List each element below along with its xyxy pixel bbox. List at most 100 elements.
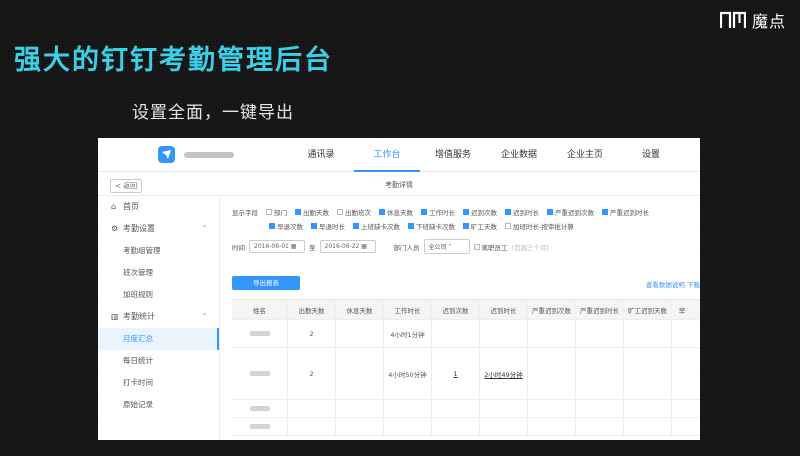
field-checkbox[interactable]: 上班缺卡次数 bbox=[353, 221, 400, 231]
nav-tab[interactable]: 工作台 bbox=[354, 138, 420, 172]
field-checkbox[interactable]: 早退次数 bbox=[269, 221, 303, 231]
sidebar-item-label: 打卡时间 bbox=[123, 378, 153, 387]
brand: 魔点 bbox=[719, 8, 786, 32]
table-cell: - bbox=[288, 400, 336, 417]
redacted-name bbox=[249, 424, 270, 429]
field-checkbox[interactable]: 下班缺卡次数 bbox=[408, 221, 455, 231]
sidebar-item-label: 加班规则 bbox=[123, 290, 153, 299]
range-hint: (范围三个月) bbox=[511, 243, 550, 252]
column-header[interactable]: 休息天数 bbox=[336, 300, 384, 319]
sidebar-item[interactable]: 加班规则 bbox=[98, 284, 219, 306]
dept-label: 部门人员 bbox=[393, 243, 420, 252]
main-content: 显示字段 部门 出勤天数 出勤班次 休息天数 工作时长 迟到次数 迟到时长 严重迟到次数 严重迟… bbox=[226, 196, 700, 440]
chart-icon: ▥ bbox=[111, 312, 119, 321]
field-checkbox[interactable]: 加班时长-按审批计算 bbox=[505, 221, 574, 231]
table-row: 2-4小时50分钟 1 2小时49分钟 - - - - bbox=[232, 348, 700, 400]
top-nav: 通讯录 工作台 增值服务 企业数据 企业主页 设置 bbox=[98, 138, 700, 172]
dingtalk-logo-icon[interactable] bbox=[158, 146, 175, 163]
table-cell: - bbox=[528, 418, 576, 435]
nav-tab[interactable]: 通讯录 bbox=[288, 138, 354, 172]
table-cell: - bbox=[576, 400, 624, 417]
column-header[interactable]: 工作时长 bbox=[384, 300, 432, 319]
field-checkbox[interactable]: 出勤天数 bbox=[295, 207, 329, 217]
sidebar-item-label: 班次管理 bbox=[123, 268, 153, 277]
table-cell[interactable]: 2小时49分钟 bbox=[480, 348, 528, 399]
field-checkbox[interactable]: 工作时长 bbox=[421, 207, 455, 217]
resigned-label: 离职员工 bbox=[481, 243, 508, 252]
nav-tab[interactable]: 企业数据 bbox=[486, 138, 552, 172]
field-checkbox[interactable]: 出勤班次 bbox=[337, 207, 371, 217]
date-from-input[interactable]: 2016-06-01 ▦ bbox=[249, 240, 305, 253]
sidebar-item[interactable]: 月度汇总 bbox=[98, 328, 219, 350]
resigned-checkbox[interactable]: 离职员工 bbox=[473, 242, 508, 252]
sidebar-item[interactable]: 原始记录 bbox=[98, 394, 219, 416]
dept-select[interactable]: 全公司 ˅ bbox=[423, 239, 470, 254]
field-filter-row: 显示字段 部门 出勤天数 出勤班次 休息天数 工作时长 迟到次数 迟到时长 严重迟到次数 严重迟… bbox=[226, 207, 700, 217]
column-header[interactable]: 姓名 bbox=[232, 300, 288, 319]
table-cell: - bbox=[336, 348, 384, 399]
page-title: 考勤详情 bbox=[385, 181, 413, 189]
sidebar-item-label: 原始记录 bbox=[123, 400, 153, 409]
table-cell: 4小时50分钟 bbox=[384, 348, 432, 399]
checkbox-box bbox=[463, 209, 469, 215]
gear-icon: ⚙ bbox=[111, 224, 119, 233]
column-header[interactable]: 旷工迟到天数 bbox=[624, 300, 672, 319]
subline: 设置全面，一键导出 bbox=[132, 103, 294, 123]
attendance-table: 姓名 出勤天数 休息天数 工作时长 迟到次数 迟到时长 严重迟到次数 严重迟到时长 旷工迟到天数… bbox=[232, 299, 700, 436]
table-cell: - bbox=[624, 400, 672, 417]
field-checkbox[interactable]: 严重迟到时长 bbox=[602, 207, 649, 217]
sidebar-item[interactable]: 班次管理 bbox=[98, 262, 219, 284]
sidebar-item[interactable]: 打卡时间 bbox=[98, 372, 219, 394]
field-checkbox[interactable]: 旷工天数 bbox=[463, 221, 497, 231]
checkbox-box bbox=[421, 209, 427, 215]
sidebar-item[interactable]: ▥ 考勤统计 ^ bbox=[98, 306, 219, 328]
field-checkbox[interactable]: 早退时长 bbox=[311, 221, 345, 231]
table-cell: - bbox=[480, 400, 528, 417]
table-cell: - bbox=[528, 320, 576, 347]
sidebar-item-label: 首页 bbox=[123, 202, 139, 211]
nav-tab[interactable]: 企业主页 bbox=[552, 138, 618, 172]
nav-tab[interactable]: 设置 bbox=[618, 138, 684, 172]
field-checkbox[interactable]: 休息天数 bbox=[379, 207, 413, 217]
checkbox-label: 上班缺卡次数 bbox=[361, 223, 400, 231]
field-checkbox[interactable]: 迟到时长 bbox=[505, 207, 539, 217]
date-to-input[interactable]: 2016-06-22 ▦ bbox=[319, 240, 376, 253]
column-header[interactable]: 迟到次数 bbox=[432, 300, 480, 319]
table-cell: - bbox=[336, 418, 384, 435]
redacted-name bbox=[249, 331, 270, 336]
checkbox-box bbox=[547, 209, 553, 215]
to-label: 至 bbox=[309, 243, 316, 252]
sidebar-item[interactable]: ⚙ 考勤设置 ^ bbox=[98, 218, 219, 240]
field-checkbox[interactable]: 部门 bbox=[266, 207, 287, 217]
sidebar-item[interactable]: ⌂ 首页 bbox=[98, 196, 219, 218]
table-cell: - bbox=[576, 320, 624, 347]
checkbox-box bbox=[311, 223, 317, 229]
checkbox-label: 加班时长-按审批计算 bbox=[513, 223, 574, 231]
date-to-value: 2016-06-22 bbox=[324, 243, 360, 250]
table-cell: - bbox=[528, 400, 576, 417]
nav-tab[interactable]: 增值服务 bbox=[420, 138, 486, 172]
checkbox-box bbox=[295, 209, 301, 215]
chevron-up-icon: ^ bbox=[201, 313, 207, 320]
table-cell: - bbox=[680, 404, 684, 413]
column-header[interactable]: 早 bbox=[672, 300, 692, 319]
app-screenshot: 通讯录 工作台 增值服务 企业数据 企业主页 设置 < 返回 考勤详情 ⌂ 首页 ⚙ 考勤设置 ^… bbox=[98, 138, 700, 440]
sidebar-item-label: 考勤设置 bbox=[123, 224, 155, 233]
field-checkbox[interactable]: 严重迟到次数 bbox=[547, 207, 594, 217]
home-icon: ⌂ bbox=[111, 202, 117, 211]
table-cell[interactable]: 1 bbox=[432, 348, 480, 399]
column-header[interactable]: 出勤天数 bbox=[288, 300, 336, 319]
table-cell: - bbox=[624, 348, 672, 399]
column-header[interactable]: 严重迟到时长 bbox=[576, 300, 624, 319]
field-checkbox[interactable]: 迟到次数 bbox=[463, 207, 497, 217]
sidebar-item[interactable]: 每日统计 bbox=[98, 350, 219, 372]
checkbox-box bbox=[337, 209, 343, 215]
column-header[interactable]: 严重迟到次数 bbox=[528, 300, 576, 319]
export-button[interactable]: 导出报表 bbox=[232, 276, 300, 290]
filter-label: 显示字段 bbox=[232, 209, 258, 217]
sidebar-item[interactable]: 考勤组管理 bbox=[98, 240, 219, 262]
checkbox-label: 迟到时长 bbox=[513, 209, 539, 217]
checkbox-box bbox=[266, 209, 272, 215]
column-header[interactable]: 迟到时长 bbox=[480, 300, 528, 319]
help-links[interactable]: 查看数据说明 下载 bbox=[646, 279, 700, 289]
